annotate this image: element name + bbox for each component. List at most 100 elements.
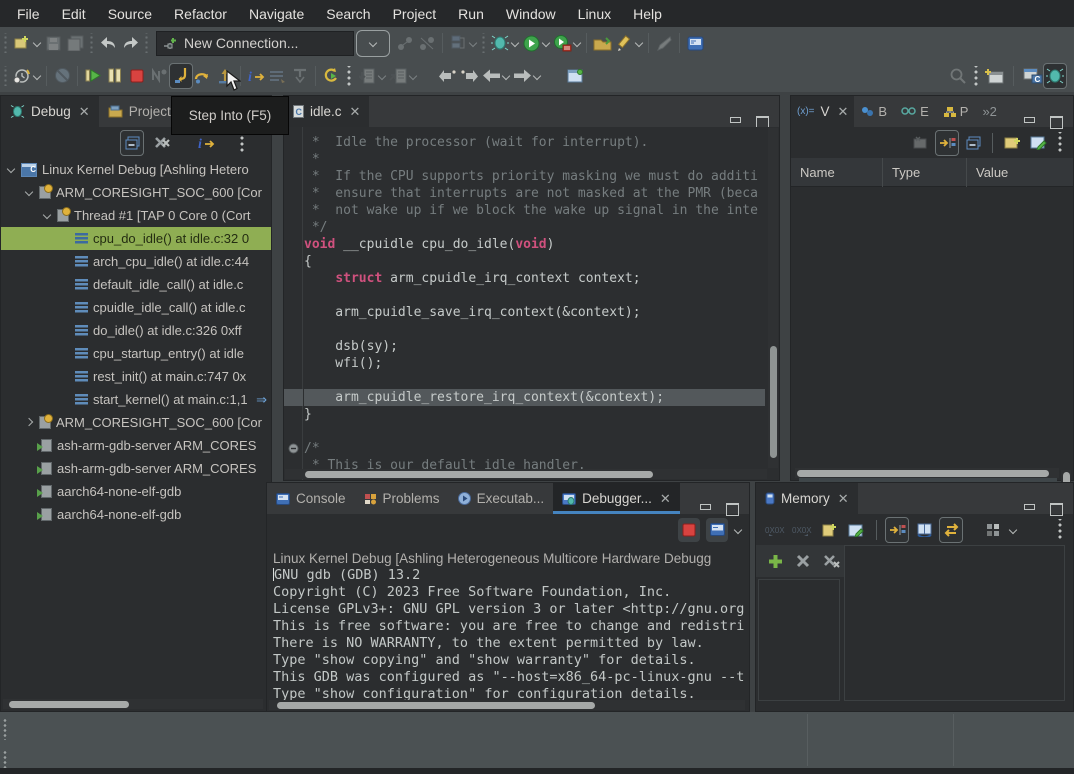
code-line[interactable]: * Idle the processor (wait for interrupt… <box>304 134 765 151</box>
editor-maximize-icon[interactable] <box>756 116 769 127</box>
next-edit-location-icon[interactable] <box>458 64 480 88</box>
debug-tree-row[interactable]: Thread #1 [TAP 0 Core 0 (Cort <box>1 204 271 227</box>
target-configuration-icon[interactable] <box>447 31 469 55</box>
forward-button[interactable] <box>511 64 533 88</box>
tab-breakpoints[interactable]: B <box>854 96 894 127</box>
debug-tree-row[interactable]: default_idle_call() at idle.c <box>1 273 271 296</box>
code-line[interactable]: * <box>304 151 765 168</box>
variables-view-menu[interactable] <box>1053 132 1067 154</box>
debug-launch-dropdown[interactable] <box>511 40 519 48</box>
debug-tree-row[interactable]: aarch64-none-elf-gdb <box>1 503 271 526</box>
target-configuration-dropdown[interactable] <box>469 40 477 48</box>
tab-executables[interactable]: Executab... <box>449 483 554 514</box>
debug-tree-row[interactable]: start_kernel() at main.c:1,1⇒ <box>1 388 271 411</box>
toolbar-grip[interactable] <box>88 33 95 53</box>
debug-tree-hscrollbar[interactable] <box>3 699 263 709</box>
tab-memory-close-icon[interactable]: ✕ <box>838 491 849 507</box>
step-into-button[interactable] <box>170 64 192 88</box>
menu-file[interactable]: File <box>6 0 51 27</box>
tab-idle-c-close-icon[interactable]: ✕ <box>350 104 361 120</box>
tab-problems[interactable]: Problems <box>355 483 449 514</box>
open-project-icon[interactable] <box>591 31 613 55</box>
debug-launch-icon[interactable] <box>489 31 511 55</box>
connection-combo-dropdown[interactable] <box>356 30 390 57</box>
toolbar-grip[interactable] <box>143 33 150 53</box>
display-selected-console-button[interactable] <box>706 518 728 542</box>
profile-history-icon[interactable] <box>11 64 33 88</box>
memory-renderings-area[interactable] <box>844 545 1065 701</box>
undo-icon[interactable] <box>97 31 119 55</box>
forward-dropdown[interactable] <box>533 73 541 81</box>
show-logical-structure-toggle[interactable] <box>936 131 958 155</box>
save-all-button[interactable] <box>64 31 86 55</box>
add-global-variables-button[interactable] <box>1001 131 1023 155</box>
load-symbols-dropdown[interactable] <box>409 73 417 81</box>
variables-table-body[interactable] <box>791 187 1073 480</box>
last-edit-location-icon[interactable] <box>436 64 458 88</box>
menu-source[interactable]: Source <box>97 0 163 27</box>
console-list-dropdown[interactable] <box>734 527 742 535</box>
variables-maximize-icon[interactable] <box>1050 116 1063 127</box>
format-brush-icon[interactable] <box>653 31 675 55</box>
resume-button[interactable] <box>82 64 104 88</box>
code-line[interactable]: } <box>304 406 765 423</box>
run-attach-dropdown[interactable] <box>573 40 581 48</box>
toolbar-grip[interactable] <box>2 66 9 86</box>
code-line[interactable]: */ <box>304 219 765 236</box>
menu-edit[interactable]: Edit <box>51 0 97 27</box>
marker-pen-dropdown[interactable] <box>635 40 643 48</box>
editor-vscrollbar[interactable] <box>768 128 778 468</box>
remove-memory-monitor-button[interactable] <box>792 549 814 573</box>
run-launch-icon[interactable] <box>520 31 542 55</box>
terminate-button[interactable] <box>126 64 148 88</box>
disconnect-node-icon[interactable] <box>416 31 438 55</box>
console-hscrollbar[interactable] <box>269 700 745 710</box>
connection-combo[interactable]: New Connection... <box>156 31 354 56</box>
link-memory-toggle[interactable] <box>886 518 908 542</box>
debug-tree-row[interactable]: ash-arm-gdb-server ARM_CORES <box>1 457 271 480</box>
tree-expander-icon[interactable] <box>25 188 34 197</box>
code-line[interactable]: /* <box>304 440 765 457</box>
debug-tree-row[interactable]: ash-arm-gdb-server ARM_CORES <box>1 434 271 457</box>
console-shortcut-icon[interactable] <box>684 31 706 55</box>
debug-tree-row[interactable]: Linux Kernel Debug [Ashling Hetero <box>1 158 271 181</box>
tab-debug[interactable]: Debug ✕ <box>1 96 99 127</box>
menu-help[interactable]: Help <box>622 0 673 27</box>
debug-tree-row[interactable]: cpu_do_idle() at idle.c:32 0 <box>1 227 271 250</box>
load-module-icon[interactable] <box>356 64 378 88</box>
tree-expander-icon[interactable] <box>25 418 34 427</box>
memory-minimize-icon[interactable] <box>1023 503 1036 514</box>
column-type[interactable]: Type <box>883 158 967 187</box>
tree-expander-icon[interactable] <box>7 165 16 174</box>
suspend-button[interactable] <box>104 64 126 88</box>
code-line[interactable]: * ensure that interrupts are not masked … <box>304 185 765 202</box>
code-line[interactable]: dsb(sy); <box>304 338 765 355</box>
memory-maximize-icon[interactable] <box>1050 503 1063 514</box>
tab-debugger-console[interactable]: Debugger... ✕ <box>553 483 680 514</box>
menu-project[interactable]: Project <box>382 0 448 27</box>
run-launch-dropdown[interactable] <box>542 40 550 48</box>
code-line[interactable]: arm_cpuidle_save_irq_context(&context); <box>304 304 765 321</box>
profile-history-dropdown[interactable] <box>33 73 41 81</box>
disconnect-button[interactable] <box>148 64 170 88</box>
menu-navigate[interactable]: Navigate <box>238 0 315 27</box>
pin-editor-icon[interactable] <box>564 64 586 88</box>
tab-debug-close-icon[interactable]: ✕ <box>79 104 90 120</box>
load-symbols-icon[interactable] <box>387 64 409 88</box>
tab-variables[interactable]: (x)= V ✕ <box>791 96 854 127</box>
console-output-area[interactable]: Linux Kernel Debug [Ashling Heterogeneou… <box>267 545 749 711</box>
debug-perspective-button[interactable] <box>1044 64 1066 88</box>
back-button[interactable] <box>480 64 502 88</box>
toolbar-grip[interactable] <box>2 33 9 53</box>
debug-tree-row[interactable]: cpu_startup_entry() at idle <box>1 342 271 365</box>
code-line[interactable] <box>304 321 765 338</box>
search-icon[interactable] <box>947 64 969 88</box>
editor-minimize-icon[interactable] <box>729 116 742 127</box>
tab-overflow-chevron[interactable]: »2 <box>975 96 1003 127</box>
menu-run[interactable]: Run <box>447 0 495 27</box>
code-line[interactable]: arm_cpuidle_restore_irq_context(&context… <box>304 389 765 406</box>
hex-export-icon[interactable]: 0X0X <box>791 518 813 542</box>
variables-minimize-icon[interactable] <box>1023 116 1036 127</box>
show-type-names-toggle[interactable] <box>910 131 932 155</box>
code-line[interactable] <box>304 287 765 304</box>
